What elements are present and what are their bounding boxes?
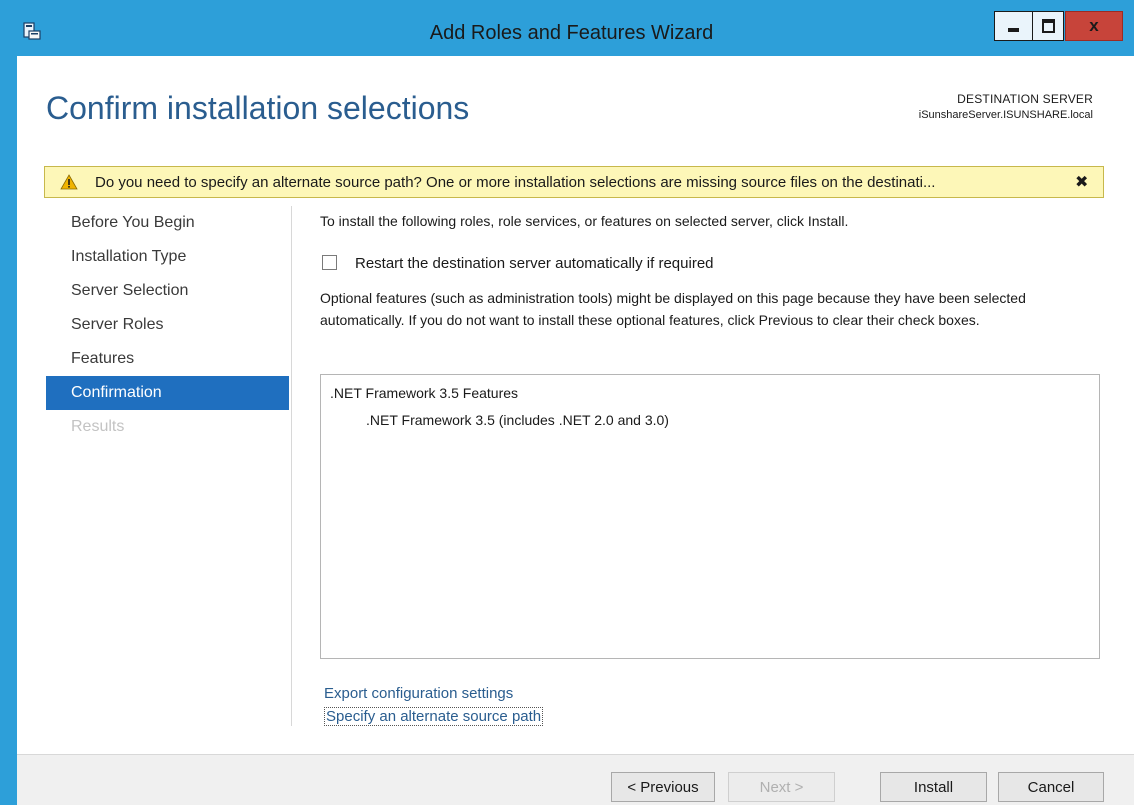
window-title: Add Roles and Features Wizard xyxy=(429,22,714,44)
page-title: Confirm installation selections xyxy=(46,90,470,126)
restart-checkbox[interactable] xyxy=(322,255,337,270)
maximize-icon xyxy=(1041,19,1055,33)
minimize-icon xyxy=(1008,28,1019,32)
export-configuration-link[interactable]: Export configuration settings xyxy=(324,685,513,702)
destination-label: DESTINATION SERVER xyxy=(957,92,1093,106)
nav-item-server-selection[interactable]: Server Selection xyxy=(46,274,289,308)
warning-icon xyxy=(60,174,78,190)
intro-text: To install the following roles, role ser… xyxy=(320,213,849,229)
nav-item-features[interactable]: Features xyxy=(46,342,289,376)
previous-button[interactable]: < Previous xyxy=(611,772,715,802)
title-bar[interactable]: Add Roles and Features Wizard x xyxy=(9,10,1134,56)
warning-banner[interactable]: Do you need to specify an alternate sour… xyxy=(44,166,1104,198)
close-button[interactable]: x xyxy=(1065,11,1123,41)
optional-features-note: Optional features (such as administratio… xyxy=(320,290,1026,328)
destination-value: iSunshareServer.ISUNSHARE.local xyxy=(918,109,1093,121)
window-border-left xyxy=(9,56,17,805)
feature-item-child: .NET Framework 3.5 (includes .NET 2.0 an… xyxy=(366,412,669,428)
maximize-button[interactable] xyxy=(1032,11,1064,41)
features-list[interactable]: .NET Framework 3.5 Features .NET Framewo… xyxy=(320,374,1100,659)
feature-item-parent: .NET Framework 3.5 Features xyxy=(330,385,519,401)
restart-checkbox-label[interactable]: Restart the destination server automatic… xyxy=(355,255,714,272)
footer-bar: < Previous Next > Install Cancel xyxy=(17,754,1134,805)
warning-dismiss-icon[interactable]: ✖ xyxy=(1075,172,1088,192)
wizard-steps-nav: Before You Begin Installation Type Serve… xyxy=(46,206,289,444)
nav-item-server-roles[interactable]: Server Roles xyxy=(46,308,289,342)
nav-divider xyxy=(291,206,292,726)
close-icon: x xyxy=(1089,16,1099,35)
destination-server: DESTINATION SERVER iSunshareServer.ISUNS… xyxy=(919,92,1093,121)
nav-item-before-you-begin[interactable]: Before You Begin xyxy=(46,206,289,240)
minimize-button[interactable] xyxy=(994,11,1032,41)
nav-item-confirmation[interactable]: Confirmation xyxy=(46,376,289,410)
alternate-source-path-link[interactable]: Specify an alternate source path xyxy=(324,707,544,726)
nav-item-results: Results xyxy=(71,418,125,435)
warning-text: Do you need to specify an alternate sour… xyxy=(95,174,936,191)
cancel-button[interactable]: Cancel xyxy=(998,772,1104,802)
wizard-window: Add Roles and Features Wizard x Confirm … xyxy=(9,10,1134,805)
next-button[interactable]: Next > xyxy=(728,772,835,802)
nav-item-installation-type[interactable]: Installation Type xyxy=(46,240,289,274)
install-button[interactable]: Install xyxy=(880,772,987,802)
